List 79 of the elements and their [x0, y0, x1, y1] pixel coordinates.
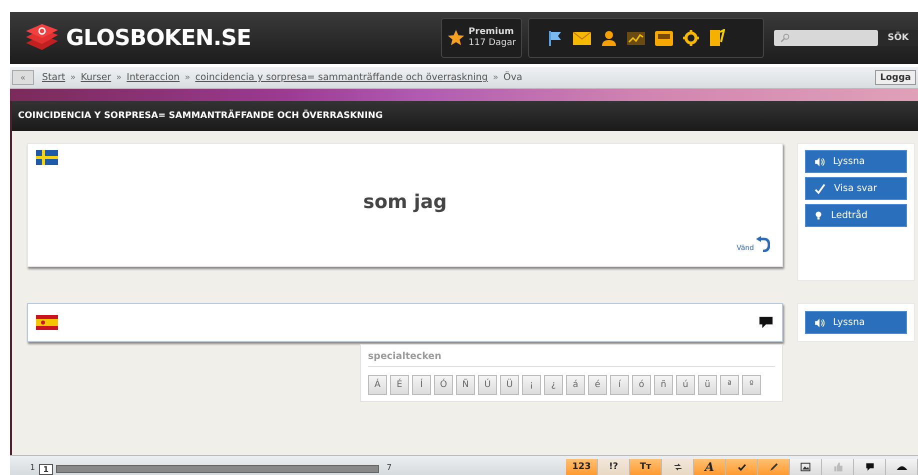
- toolbar-button[interactable]: [726, 459, 758, 475]
- toolbar-button[interactable]: [854, 459, 886, 475]
- toolbar-button[interactable]: [662, 459, 694, 475]
- answer-field[interactable]: [27, 303, 783, 342]
- character-key[interactable]: Í: [412, 375, 431, 395]
- character-key[interactable]: Ü: [500, 375, 519, 395]
- inbox-tray-icon: [654, 30, 673, 46]
- chart-line-icon: [626, 32, 645, 44]
- search-button[interactable]: SÖK: [878, 30, 918, 46]
- flag-icon: [546, 30, 563, 46]
- character-key[interactable]: ü: [698, 375, 717, 395]
- action-button[interactable]: Ledtråd: [805, 204, 907, 227]
- character-key[interactable]: Ó: [434, 375, 453, 395]
- breadcrumb-link[interactable]: Kurser: [80, 72, 112, 83]
- lightbulb-icon: [814, 210, 823, 221]
- toolbar-button[interactable]: [790, 459, 822, 475]
- swap-arrows-icon: [672, 463, 682, 471]
- breadcrumb-separator: »: [70, 72, 76, 82]
- pencil-icon: [768, 462, 778, 472]
- character-key[interactable]: é: [588, 375, 607, 395]
- card-stack-logo-icon: [24, 23, 60, 53]
- character-key[interactable]: Ñ: [456, 375, 475, 395]
- speaker-icon: [814, 318, 825, 328]
- check-icon: [736, 462, 746, 472]
- character-key[interactable]: á: [566, 375, 585, 395]
- action-button[interactable]: Visa svar: [805, 177, 907, 200]
- image-icon: [800, 462, 811, 472]
- character-key[interactable]: ¡: [522, 375, 541, 395]
- character-key[interactable]: Ú: [478, 375, 497, 395]
- back-button[interactable]: «: [12, 70, 34, 85]
- character-key[interactable]: º: [742, 375, 761, 395]
- search-icon: [780, 33, 790, 43]
- character-key[interactable]: ª: [720, 375, 739, 395]
- door-exit-icon: [708, 29, 725, 47]
- breadcrumb-separator: »: [184, 72, 190, 82]
- toolbar-button[interactable]: !?: [598, 459, 630, 475]
- speech-bubble-icon: [758, 315, 774, 330]
- star-icon: [446, 29, 465, 47]
- character-key[interactable]: ¿: [544, 375, 563, 395]
- breadcrumb-separator: »: [492, 72, 498, 82]
- logout-button[interactable]: Logga: [875, 70, 916, 85]
- progress-start: 1: [30, 463, 36, 472]
- breadcrumb-link[interactable]: Start: [42, 72, 66, 83]
- progress-end: 7: [386, 463, 392, 472]
- premium-label: Premium: [468, 27, 515, 38]
- site-logo-text[interactable]: GLOSBOKEN.SE: [66, 26, 252, 50]
- current-card-number: 1: [39, 464, 53, 475]
- toolbar-button[interactable]: A: [694, 459, 726, 475]
- toolbar-button[interactable]: 123: [566, 459, 598, 475]
- check-icon: [814, 182, 826, 194]
- character-key[interactable]: í: [610, 375, 629, 395]
- action-button[interactable]: Lyssna: [805, 150, 907, 173]
- character-key[interactable]: ú: [676, 375, 695, 395]
- sweden-flag-icon: [36, 150, 58, 165]
- speaker-icon: [814, 156, 825, 166]
- character-key[interactable]: ó: [632, 375, 651, 395]
- speech-bubble-icon: [864, 462, 876, 472]
- action-button[interactable]: Lyssna: [805, 311, 907, 334]
- question-word: som jag: [363, 191, 447, 213]
- character-key[interactable]: É: [390, 375, 409, 395]
- breadcrumb-link[interactable]: coincidencia y sorpresa= sammanträffande och överraskning: [195, 72, 488, 83]
- search-field[interactable]: [774, 30, 878, 46]
- character-key[interactable]: Á: [368, 375, 387, 395]
- toolbar-button[interactable]: [886, 459, 918, 475]
- envelope-icon: [572, 32, 591, 44]
- character-key[interactable]: ñ: [654, 375, 673, 395]
- breadcrumb-link[interactable]: Interaccion: [126, 72, 180, 83]
- premium-days: 117 Dagar: [468, 38, 516, 49]
- popup-title: specialtecken: [368, 351, 775, 367]
- gear-icon: [682, 30, 699, 46]
- spain-flag-icon: [36, 315, 58, 330]
- breadcrumb-current: Öva: [503, 72, 522, 83]
- person-icon: [600, 30, 617, 46]
- page-title: COINCIDENCIA Y SORPRESA= SAMMANTRÄFFANDE OCH ÖVERRASKNING: [12, 101, 918, 131]
- breadcrumb-separator: »: [116, 72, 122, 82]
- toolbar-button[interactable]: Tт: [630, 459, 662, 475]
- graduation-cap-icon: [896, 464, 908, 470]
- toolbar-button[interactable]: [758, 459, 790, 475]
- thumbs-up-icon: [832, 462, 842, 472]
